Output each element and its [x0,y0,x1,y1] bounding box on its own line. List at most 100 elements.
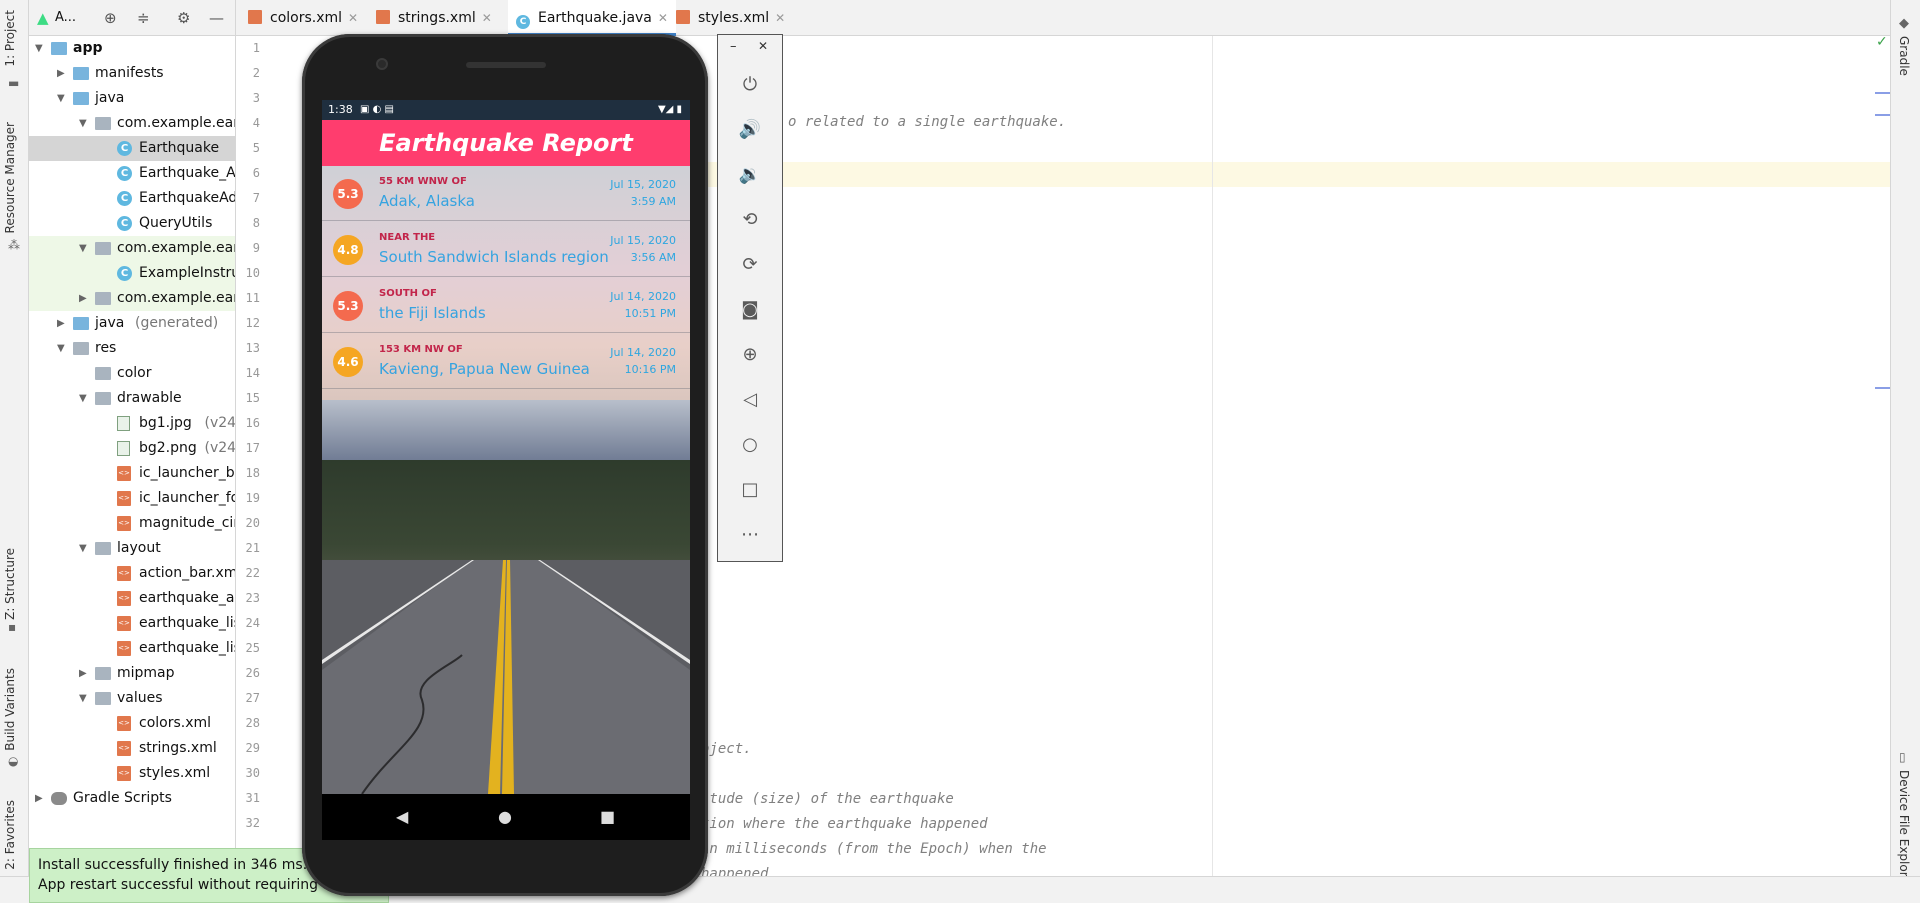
home-icon[interactable]: ○ [736,431,764,459]
chevron-down-icon[interactable]: ▼ [79,536,91,561]
chevron-down-icon[interactable]: ▼ [57,86,69,111]
gradle-tool-tab[interactable]: Gradle [1897,36,1911,76]
build-variants-tool-tab[interactable]: Build Variants [3,668,17,751]
java-class-icon: C [117,216,132,231]
resource-manager-tool-tab[interactable]: Resource Manager [3,122,17,233]
tree-item[interactable]: color [29,361,235,386]
earthquake-list-item[interactable]: 5.3 55 KM WNW OF Adak, Alaska Jul 15, 2020 3… [322,166,690,221]
tree-item[interactable]: <> action_bar.xm [29,561,235,586]
xml-file-icon: <> [117,616,131,631]
tree-item[interactable]: ▶ com.example.ear [29,286,235,311]
tree-item[interactable]: ▼ com.example.ear [29,236,235,261]
tree-item[interactable]: bg2.png (v24) [29,436,235,461]
tab-colors-xml[interactable]: colors.xml ✕ [248,0,358,36]
primary-location: the Fiji Islands [379,304,486,322]
tree-item[interactable]: ▶ manifests [29,61,235,86]
tab-strings-xml[interactable]: strings.xml ✕ [376,0,492,36]
close-button[interactable]: ✕ [758,39,768,53]
close-icon[interactable]: ✕ [775,11,785,25]
back-icon[interactable]: ◁ [736,386,764,414]
favorites-tool-tab[interactable]: 2: Favorites [3,800,17,870]
close-icon[interactable]: ✕ [482,11,492,25]
gear-icon[interactable]: ⚙ [177,10,190,26]
structure-tool-tab[interactable]: Z: Structure [3,548,17,620]
tree-item[interactable]: <> magnitude_cir [29,511,235,536]
tree-item-suffix: (v24) [204,415,236,431]
tree-item[interactable]: ▼ com.example.ear [29,111,235,136]
chevron-right-icon[interactable]: ▶ [35,786,47,811]
tree-item[interactable]: <> styles.xml [29,761,235,786]
tree-item[interactable]: ▼ layout [29,536,235,561]
chevron-down-icon[interactable]: ▼ [79,686,91,711]
java-class-icon: C [117,141,132,156]
resource-folder-icon [73,342,89,355]
chevron-right-icon[interactable]: ▶ [79,286,91,311]
tree-item[interactable]: ▼ java [29,86,235,111]
volume-down-icon[interactable]: 🔉 [736,161,764,189]
tree-item[interactable]: C QueryUtils [29,211,235,236]
stripe-marker[interactable] [1875,114,1890,116]
tab-earthquake-java[interactable]: C Earthquake.java ✕ [508,0,676,36]
tree-item[interactable]: <> earthquake_ac [29,586,235,611]
chevron-down-icon[interactable]: ▼ [79,386,91,411]
editor-error-stripe[interactable]: ✓ [1875,34,1890,876]
chevron-down-icon[interactable]: ▼ [35,36,47,61]
stripe-marker[interactable] [1875,387,1890,389]
rotate-left-icon[interactable]: ⟲ [736,206,764,234]
tree-item[interactable]: ▶ java (generated) [29,311,235,336]
chevron-right-icon[interactable]: ▶ [79,661,91,686]
close-icon[interactable]: ✕ [658,11,668,25]
tree-item[interactable]: ▼ drawable [29,386,235,411]
tree-item-label: earthquake_lis [139,615,236,631]
chevron-right-icon[interactable]: ▶ [57,61,69,86]
tree-item[interactable]: ▼ values [29,686,235,711]
tree-item[interactable]: bg1.jpg (v24) [29,411,236,436]
rotate-right-icon[interactable]: ⟳ [736,251,764,279]
module-icon [51,42,67,55]
earthquake-list-item[interactable]: 5.3 SOUTH OF the Fiji Islands Jul 14, 2020 1… [322,278,690,333]
tree-item[interactable]: C Earthquake [29,136,235,161]
earthquake-list-item[interactable]: 4.6 153 KM NW OF Kavieng, Papua New Guinea… [322,334,690,389]
minimize-button[interactable]: – [730,39,737,54]
locate-icon[interactable]: ⊕ [104,10,117,26]
zoom-icon[interactable]: ⊕ [736,341,764,369]
collapse-all-icon[interactable]: ≑ [137,10,150,26]
tree-item[interactable]: <> ic_launcher_ba [29,461,235,486]
chevron-down-icon[interactable]: ▼ [57,336,69,361]
project-panel: ▲ A... ⊕ ≑ ⚙ — ▼ app ▶ manifests ▼ java ▼ com.e… [29,0,236,903]
back-icon[interactable]: ◀ [396,807,408,827]
more-icon[interactable]: ⋯ [736,521,764,549]
home-icon[interactable]: ● [498,807,512,827]
emulator-screen[interactable]: 1:38 ▣ ◐ ▤ ▼◢ ▮ Earthquake Report 5.3 55 … [322,100,690,794]
tree-item[interactable]: <> strings.xml [29,736,235,761]
line-number: 18 [245,466,260,480]
device-file-explorer-tool-tab[interactable]: Device File Explorer [1897,770,1911,889]
tree-item[interactable]: ▼ res [29,336,235,361]
tree-item[interactable]: <> colors.xml [29,711,235,736]
power-icon[interactable]: ⏻ [736,71,764,99]
project-tool-tab[interactable]: 1: Project [3,10,17,67]
project-view-dropdown[interactable]: A... [55,10,76,26]
tree-item[interactable]: ▼ app [29,36,235,61]
tree-item[interactable]: <> earthquake_lis [29,636,235,661]
tree-item[interactable]: <> ic_launcher_fo [29,486,235,511]
tree-item[interactable]: ▶ mipmap [29,661,235,686]
tree-item[interactable]: C EarthquakeAd [29,186,235,211]
chevron-down-icon[interactable]: ▼ [79,236,91,261]
recents-icon[interactable]: ■ [600,807,615,827]
stripe-marker[interactable] [1875,92,1890,94]
tab-styles-xml[interactable]: styles.xml ✕ [676,0,785,36]
chevron-down-icon[interactable]: ▼ [79,111,91,136]
hide-panel-icon[interactable]: — [209,10,224,26]
close-icon[interactable]: ✕ [348,11,358,25]
earthquake-list-item[interactable]: 4.8 NEAR THE South Sandwich Islands region… [322,222,690,277]
tree-item[interactable]: C ExampleInstru [29,261,235,286]
tree-item[interactable]: <> earthquake_lis [29,611,236,636]
camera-icon[interactable]: ◙ [736,296,764,324]
tree-item[interactable]: ▶ Gradle Scripts [29,786,235,811]
volume-up-icon[interactable]: 🔊 [736,116,764,144]
overview-icon[interactable]: □ [736,476,764,504]
line-number: 15 [245,391,260,405]
tree-item[interactable]: C Earthquake_A [29,161,235,186]
chevron-right-icon[interactable]: ▶ [57,311,69,336]
